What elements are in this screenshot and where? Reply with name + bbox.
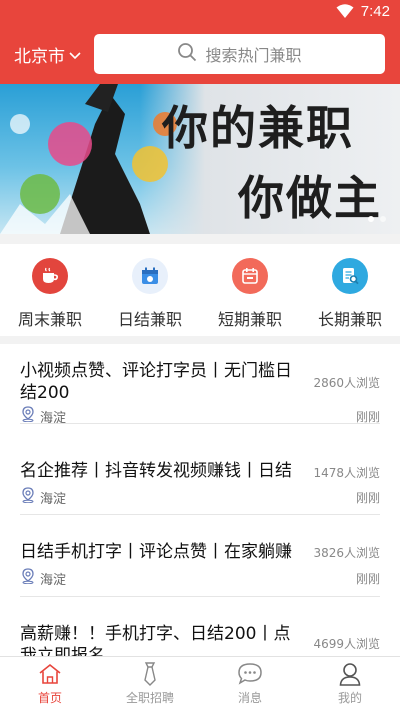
job-title: 日结手机打字丨评论点赞丨在家躺赚 (20, 542, 292, 562)
tab-profile[interactable]: 我的 (300, 657, 400, 710)
category-short-term[interactable]: 短期兼职 (200, 244, 300, 336)
calendar-short-icon (232, 258, 268, 294)
category-long-term[interactable]: 长期兼职 (300, 244, 400, 336)
status-bar: 7:42 (0, 0, 400, 24)
home-icon (38, 661, 62, 687)
category-label: 长期兼职 (317, 310, 382, 329)
job-views: 2860人浏览 (313, 376, 380, 390)
carousel-dot[interactable] (368, 216, 374, 222)
document-search-icon (332, 258, 368, 294)
chevron-down-icon (69, 45, 81, 65)
category-label: 周末兼职 (17, 310, 82, 329)
job-time: 刚刚 (355, 410, 380, 424)
tab-label: 首页 (37, 691, 62, 705)
tab-fulltime-jobs[interactable]: 全职招聘 (100, 657, 200, 710)
category-label: 短期兼职 (217, 310, 282, 329)
banner-slogan-line1: 你的兼职 (162, 101, 354, 155)
location-pin-icon (20, 406, 36, 426)
person-icon (339, 661, 361, 687)
search-icon (177, 42, 197, 66)
search-input[interactable]: 搜索热门兼职 (94, 34, 385, 74)
job-title: 名企推荐丨抖音转发视频赚钱丨日结 (20, 461, 292, 481)
job-views: 1478人浏览 (313, 466, 380, 480)
tab-label: 全职招聘 (125, 691, 174, 705)
calendar-icon (132, 258, 168, 294)
job-list: 小视频点赞、评论打字员丨无门槛日结200 2860人浏览 海淀 刚刚 名企推荐丨… (0, 344, 400, 656)
carousel-dot[interactable] (380, 216, 386, 222)
city-selector[interactable]: 北京市 (14, 42, 81, 67)
category-weekend[interactable]: 周末兼职 (0, 244, 100, 336)
tab-messages[interactable]: 消息 (200, 657, 300, 710)
job-views: 4699人浏览 (313, 637, 380, 651)
tab-label: 消息 (237, 691, 262, 705)
coffee-cup-icon (32, 258, 68, 294)
job-location: 海淀 (20, 568, 66, 588)
job-time: 刚刚 (355, 572, 380, 586)
job-title: 小视频点赞、评论打字员丨无门槛日结200 (20, 361, 292, 403)
tie-icon (140, 661, 160, 687)
city-label: 北京市 (14, 47, 65, 67)
promo-banner[interactable]: 你的兼职 你做主 (0, 84, 400, 234)
search-placeholder: 搜索热门兼职 (205, 46, 302, 65)
chat-bubble-icon (237, 661, 263, 687)
tab-home[interactable]: 首页 (0, 657, 100, 710)
job-list-item[interactable]: 小视频点赞、评论打字员丨无门槛日结200 2860人浏览 海淀 刚刚 (20, 344, 380, 426)
job-location: 海淀 (20, 487, 66, 507)
job-location-label: 海淀 (40, 572, 67, 588)
job-location-label: 海淀 (40, 491, 67, 507)
location-pin-icon (20, 568, 36, 588)
category-row: 周末兼职 日结兼职 短期兼职 长期兼职 (0, 244, 400, 336)
job-location: 海淀 (20, 406, 66, 426)
category-daily-pay[interactable]: 日结兼职 (100, 244, 200, 336)
job-list-item[interactable]: 名企推荐丨抖音转发视频赚钱丨日结 1478人浏览 海淀 刚刚 (20, 434, 380, 515)
job-list-item[interactable]: 高薪赚！！手机打字、日结200丨点我立即报名 4699人浏览 (20, 597, 380, 656)
job-title: 高薪赚！！手机打字、日结200丨点我立即报名 (20, 624, 291, 656)
location-pin-icon (20, 487, 36, 507)
job-time: 刚刚 (355, 491, 380, 505)
tab-label: 我的 (337, 691, 362, 705)
category-label: 日结兼职 (117, 310, 182, 329)
bottom-tab-bar: 首页 全职招聘 消息 我的 (0, 656, 400, 710)
status-time: 7:42 (360, 3, 390, 20)
banner-slogan-line2: 你做主 (238, 171, 382, 225)
job-location-label: 海淀 (40, 410, 67, 426)
carousel-dots (368, 216, 386, 222)
top-bar: 北京市 搜索热门兼职 (0, 24, 400, 84)
job-views: 3826人浏览 (313, 546, 380, 560)
wifi-icon (336, 4, 354, 23)
job-list-item[interactable]: 日结手机打字丨评论点赞丨在家躺赚 3826人浏览 海淀 刚刚 (20, 515, 380, 597)
